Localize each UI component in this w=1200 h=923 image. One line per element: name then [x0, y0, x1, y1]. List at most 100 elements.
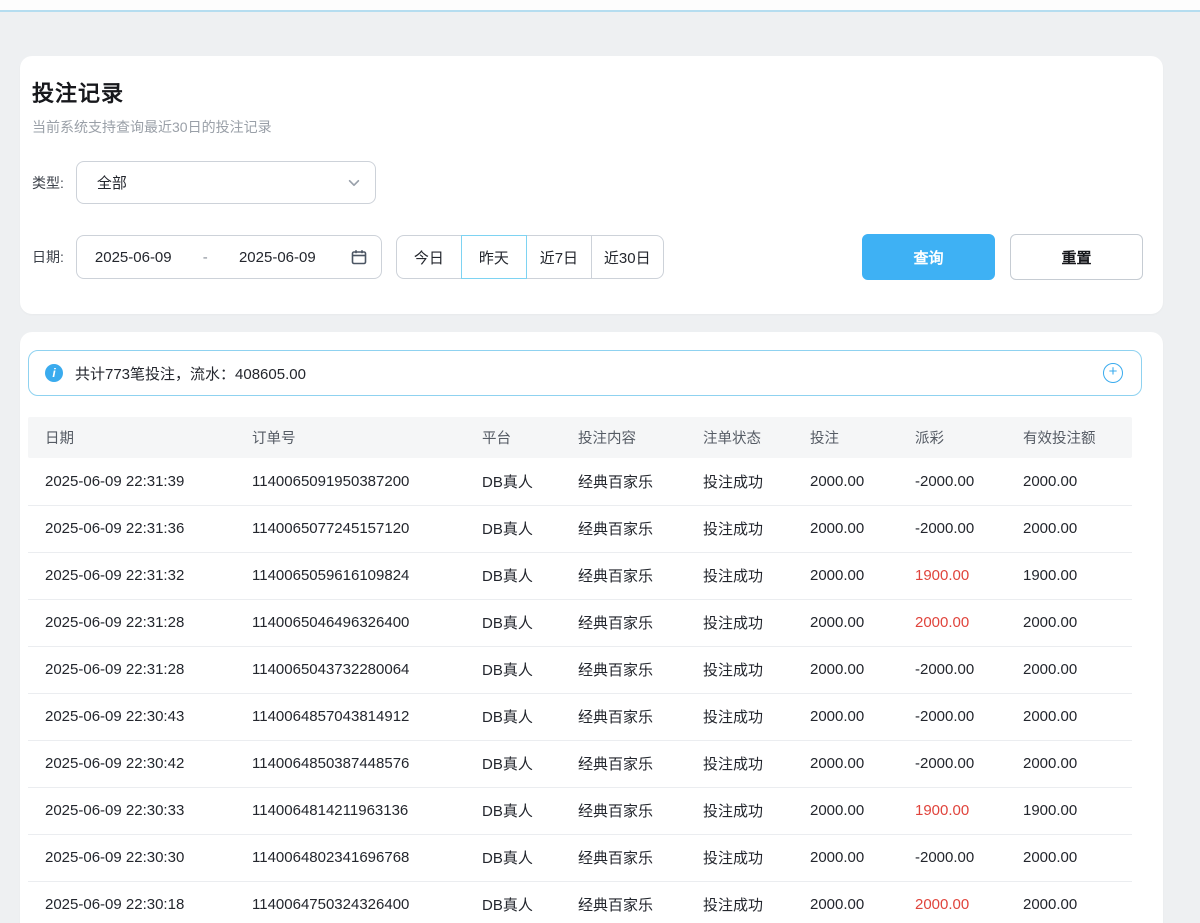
- table-cell: 2000.00: [793, 834, 898, 881]
- table-cell: 2000.00: [793, 505, 898, 552]
- table-cell: 2025-06-09 22:30:42: [28, 740, 235, 787]
- quick-range-button-0[interactable]: 今日: [396, 235, 462, 279]
- table-cell: 1140065043732280064: [235, 646, 465, 693]
- info-icon: i: [45, 364, 63, 382]
- table-cell: 经典百家乐: [561, 693, 686, 740]
- table-cell: 2000.00: [1006, 505, 1132, 552]
- table-cell: DB真人: [465, 787, 561, 834]
- table-cell: 2025-06-09 22:31:28: [28, 646, 235, 693]
- table-cell: 投注成功: [686, 505, 793, 552]
- table-cell: 2000.00: [898, 881, 1006, 923]
- table-row-6: 2025-06-09 22:30:421140064850387448576DB…: [28, 740, 1132, 787]
- type-filter-row: 类型: 全部: [32, 161, 1143, 204]
- page-subtitle: 当前系统支持查询最近30日的投注记录: [32, 117, 1143, 137]
- table-cell: 2000.00: [793, 646, 898, 693]
- table-cell: 1900.00: [898, 552, 1006, 599]
- reset-button[interactable]: 重置: [1010, 234, 1143, 280]
- table-cell: 1140065077245157120: [235, 505, 465, 552]
- table-cell: DB真人: [465, 740, 561, 787]
- table-cell: 2000.00: [1006, 646, 1132, 693]
- table-row-1: 2025-06-09 22:31:361140065077245157120DB…: [28, 505, 1132, 552]
- table-cell: 1900.00: [1006, 787, 1132, 834]
- table-cell: 1140064750324326400: [235, 881, 465, 923]
- table-cell: 2000.00: [793, 693, 898, 740]
- table-cell: 经典百家乐: [561, 599, 686, 646]
- column-header-0: 日期: [28, 417, 235, 458]
- column-header-6: 派彩: [898, 417, 1006, 458]
- table-cell: 投注成功: [686, 458, 793, 505]
- top-strip: [0, 0, 1200, 10]
- table-cell: 经典百家乐: [561, 881, 686, 923]
- table-cell: 1140064802341696768: [235, 834, 465, 881]
- table-cell: 经典百家乐: [561, 834, 686, 881]
- table-cell: 1140065059616109824: [235, 552, 465, 599]
- table-cell: 2025-06-09 22:31:32: [28, 552, 235, 599]
- table-cell: 1140064850387448576: [235, 740, 465, 787]
- table-cell: 投注成功: [686, 646, 793, 693]
- bet-records-table: 日期订单号平台投注内容注单状态投注派彩有效投注额 2025-06-09 22:3…: [28, 417, 1132, 923]
- records-card: i 共计773笔投注，流水：408605.00 + 日期订单号平台投注内容注单状…: [20, 332, 1163, 923]
- table-cell: 1900.00: [1006, 552, 1132, 599]
- table-cell: DB真人: [465, 834, 561, 881]
- table-row-5: 2025-06-09 22:30:431140064857043814912DB…: [28, 693, 1132, 740]
- page-title: 投注记录: [32, 76, 1143, 108]
- column-header-4: 注单状态: [686, 417, 793, 458]
- table-cell: 2025-06-09 22:30:18: [28, 881, 235, 923]
- table-cell: 2000.00: [1006, 693, 1132, 740]
- quick-range-group: 今日昨天近7日近30日: [396, 235, 664, 279]
- table-cell: 1900.00: [898, 787, 1006, 834]
- table-row-3: 2025-06-09 22:31:281140065046496326400DB…: [28, 599, 1132, 646]
- table-header-row: 日期订单号平台投注内容注单状态投注派彩有效投注额: [28, 417, 1132, 458]
- query-button[interactable]: 查询: [862, 234, 995, 280]
- plus-circle-icon[interactable]: +: [1103, 363, 1123, 383]
- column-header-1: 订单号: [235, 417, 465, 458]
- table-cell: DB真人: [465, 505, 561, 552]
- quick-range-button-1[interactable]: 昨天: [461, 235, 527, 279]
- table-cell: 2000.00: [898, 599, 1006, 646]
- table-cell: 2000.00: [793, 599, 898, 646]
- table-cell: 经典百家乐: [561, 787, 686, 834]
- table-row-8: 2025-06-09 22:30:301140064802341696768DB…: [28, 834, 1132, 881]
- table-cell: -2000.00: [898, 505, 1006, 552]
- table-cell: 2025-06-09 22:30:30: [28, 834, 235, 881]
- summary-alert: i 共计773笔投注，流水：408605.00 +: [28, 350, 1142, 396]
- date-range-input[interactable]: 2025-06-09 - 2025-06-09: [76, 235, 382, 279]
- table-cell: 1140064814211963136: [235, 787, 465, 834]
- table-row-4: 2025-06-09 22:31:281140065043732280064DB…: [28, 646, 1132, 693]
- date-separator: -: [203, 249, 208, 266]
- table-cell: -2000.00: [898, 834, 1006, 881]
- table-cell: 2000.00: [793, 881, 898, 923]
- quick-range-button-3[interactable]: 近30日: [591, 235, 664, 279]
- summary-text: 共计773笔投注，流水：408605.00: [75, 363, 306, 384]
- table-cell: 投注成功: [686, 834, 793, 881]
- date-filter-row: 日期: 2025-06-09 - 2025-06-09 今日昨天近7日近30日 …: [32, 234, 1143, 280]
- table-cell: 投注成功: [686, 552, 793, 599]
- table-cell: 2025-06-09 22:31:28: [28, 599, 235, 646]
- table-cell: -2000.00: [898, 740, 1006, 787]
- table-cell: DB真人: [465, 881, 561, 923]
- table-cell: DB真人: [465, 599, 561, 646]
- calendar-icon: [351, 249, 367, 265]
- column-header-7: 有效投注额: [1006, 417, 1132, 458]
- table-row-0: 2025-06-09 22:31:391140065091950387200DB…: [28, 458, 1132, 505]
- filter-card: 投注记录 当前系统支持查询最近30日的投注记录 类型: 全部 日期: 2025-…: [20, 56, 1163, 314]
- table-cell: 投注成功: [686, 693, 793, 740]
- table-cell: 2000.00: [793, 787, 898, 834]
- type-select[interactable]: 全部: [76, 161, 376, 204]
- table-cell: 2000.00: [793, 740, 898, 787]
- table-cell: -2000.00: [898, 693, 1006, 740]
- table-cell: 2000.00: [1006, 458, 1132, 505]
- table-cell: 2000.00: [1006, 834, 1132, 881]
- table-cell: 2000.00: [1006, 740, 1132, 787]
- table-cell: 2025-06-09 22:31:39: [28, 458, 235, 505]
- table-cell: DB真人: [465, 646, 561, 693]
- table-cell: 2000.00: [793, 552, 898, 599]
- date-start-value: 2025-06-09: [95, 249, 172, 266]
- table-cell: 2000.00: [1006, 599, 1132, 646]
- table-cell: 1140065046496326400: [235, 599, 465, 646]
- table-row-2: 2025-06-09 22:31:321140065059616109824DB…: [28, 552, 1132, 599]
- column-header-2: 平台: [465, 417, 561, 458]
- table-cell: 投注成功: [686, 740, 793, 787]
- column-header-5: 投注: [793, 417, 898, 458]
- quick-range-button-2[interactable]: 近7日: [526, 235, 592, 279]
